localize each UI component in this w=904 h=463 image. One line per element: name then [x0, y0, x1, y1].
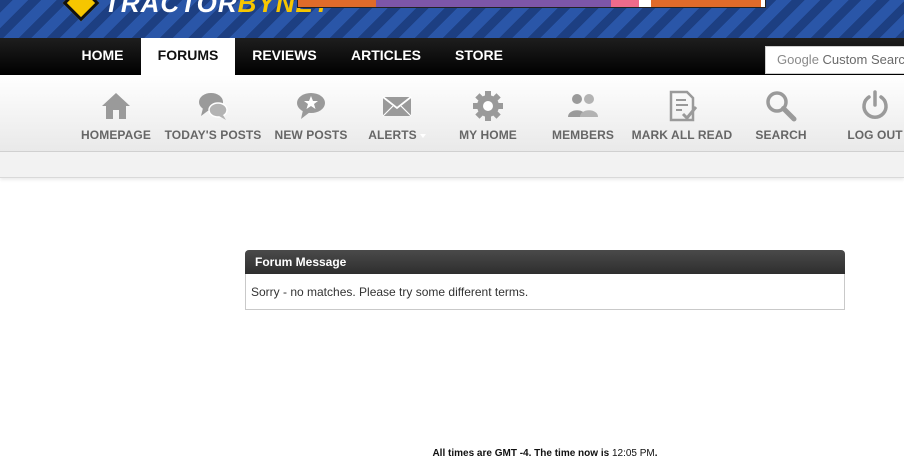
quicklink-homepage[interactable]: HOMEPAGE — [76, 75, 156, 151]
nav-tab-forums[interactable]: FORUMS — [141, 38, 235, 75]
quicklink-label: HOMEPAGE — [81, 128, 151, 142]
nav-tab-reviews[interactable]: REVIEWS — [235, 38, 334, 75]
ad-segment — [639, 0, 651, 7]
quicklink-alerts-label: ALERTS — [357, 128, 437, 142]
search-placeholder: Custom Search — [822, 52, 904, 67]
breadcrumb-bar — [0, 152, 904, 178]
google-brand-label: Google — [777, 52, 819, 67]
footer-current-time: 12:05 PM — [611, 448, 655, 459]
chat-bubbles-icon — [199, 93, 228, 120]
users-icon — [568, 94, 598, 117]
footer-time-suffix: . — [654, 448, 658, 459]
quicklink-search[interactable]: SEARCH — [741, 75, 821, 151]
quicklink-log-out[interactable]: LOG OUT — [838, 75, 904, 151]
quick-links-bar: HOMEPAGE TODAY'S POSTS NEW POSTS ALERTS — [0, 75, 904, 152]
site-logo[interactable]: TRACTORBYNET — [62, 0, 331, 22]
magnifier-icon — [766, 91, 797, 122]
quicklink-label: MEMBERS — [551, 128, 615, 142]
quicklink-label: MARK ALL READ — [631, 128, 733, 142]
nav-tab-store[interactable]: STORE — [438, 38, 520, 75]
house-icon — [102, 93, 130, 119]
ad-segment — [651, 0, 761, 7]
quicklink-my-home[interactable]: MY HOME — [448, 75, 528, 151]
nav-tab-home[interactable]: HOME — [65, 38, 140, 75]
quicklink-todays-posts[interactable]: TODAY'S POSTS — [163, 75, 263, 151]
chevron-down-icon — [419, 133, 426, 138]
power-icon — [862, 90, 888, 119]
chat-star-icon — [297, 93, 325, 119]
main-navigation: HOME FORUMS REVIEWS ARTICLES STORE Googl… — [0, 38, 904, 75]
forum-message-panel: Forum Message Sorry - no matches. Please… — [245, 250, 845, 310]
quicklink-alerts[interactable]: ALERTS — [357, 75, 437, 151]
nav-tab-articles[interactable]: ARTICLES — [334, 38, 438, 75]
site-banner: TRACTORBYNET — [0, 0, 904, 38]
quicklink-label: SEARCH — [755, 128, 807, 142]
quicklink-mark-all-read[interactable]: MARK ALL READ — [630, 75, 734, 151]
ad-segment — [611, 0, 639, 7]
envelope-icon — [382, 96, 412, 117]
ad-segment — [376, 0, 611, 7]
quicklink-members[interactable]: MEMBERS — [543, 75, 623, 151]
quicklink-new-posts[interactable]: NEW POSTS — [271, 75, 351, 151]
logo-text-white: TRACTOR — [104, 0, 238, 18]
quicklink-label: TODAY'S POSTS — [164, 128, 262, 142]
quicklink-label: NEW POSTS — [274, 128, 348, 142]
ad-segment — [298, 0, 376, 7]
footer-time-prefix: All times are GMT -4. The time now is — [432, 448, 610, 459]
document-check-icon — [669, 90, 698, 122]
gear-icon — [473, 91, 503, 121]
forum-message-body: Sorry - no matches. Please try some diff… — [251, 285, 529, 299]
advertisement-banner[interactable] — [297, 0, 766, 8]
footer-timestamp: All times are GMT -4. The time now is 12… — [0, 448, 904, 459]
google-custom-search-input[interactable]: Google Custom Search — [765, 46, 904, 74]
quicklink-label: ALERTS — [368, 128, 417, 142]
forum-message-title: Forum Message — [245, 250, 845, 274]
tractor-diamond-icon — [62, 0, 100, 22]
quicklink-label: LOG OUT — [847, 128, 903, 142]
quicklink-label: MY HOME — [459, 128, 517, 142]
